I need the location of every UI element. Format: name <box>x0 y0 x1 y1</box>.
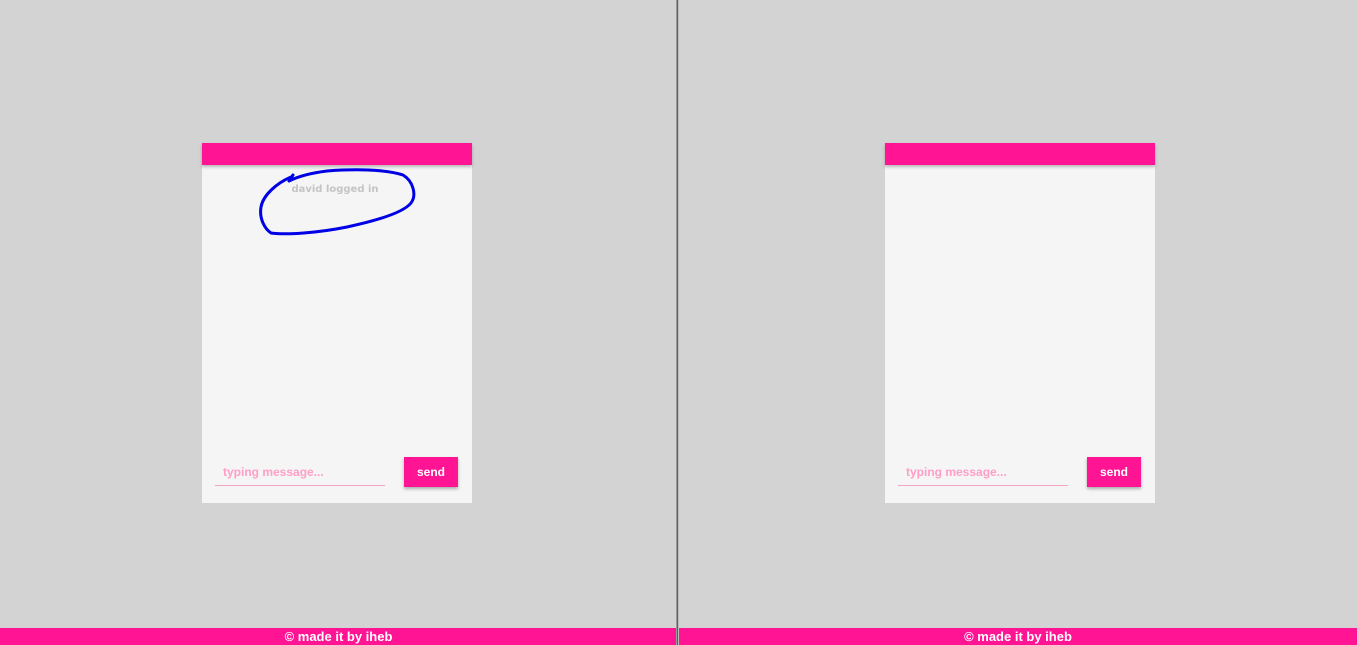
message-input[interactable] <box>215 458 385 486</box>
system-message: david logged in <box>291 184 379 195</box>
chat-messages <box>885 165 1155 445</box>
message-input[interactable] <box>898 458 1068 486</box>
footer: © made it by iheb <box>0 628 677 645</box>
chat-header <box>202 143 472 165</box>
send-button[interactable]: send <box>1087 457 1141 487</box>
left-window: david logged in send © made it by iheb <box>0 0 677 645</box>
chat-box: send <box>885 143 1155 503</box>
hand-drawn-circle-annotation <box>259 168 416 236</box>
chat-box: david logged in send <box>202 143 472 503</box>
send-button[interactable]: send <box>404 457 458 487</box>
footer: © made it by iheb <box>679 628 1357 645</box>
right-window: send © made it by iheb <box>679 0 1357 645</box>
chat-messages: david logged in <box>202 165 472 445</box>
chat-header <box>885 143 1155 165</box>
